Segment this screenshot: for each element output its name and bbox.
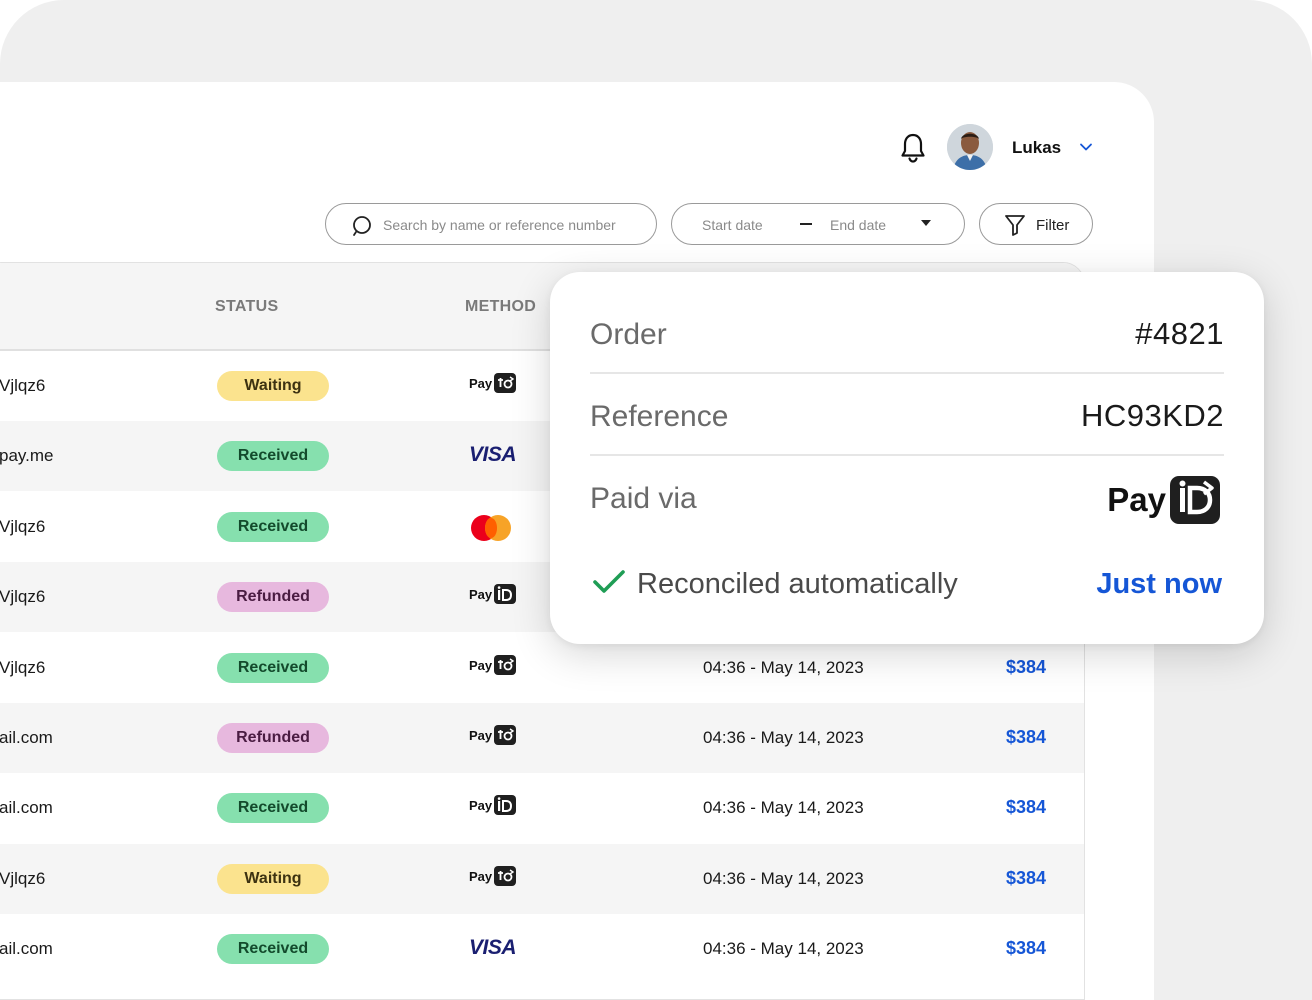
caret-down-icon[interactable] xyxy=(921,220,931,226)
cell-date: 04:36 - May 14, 2023 xyxy=(703,798,864,817)
payid-logo: Pay xyxy=(469,795,517,821)
cell-customer: Vjlqz6 xyxy=(0,376,46,395)
reference-label: Reference xyxy=(590,400,729,433)
filter-button[interactable]: Filter xyxy=(979,203,1093,245)
search-input[interactable]: Search by name or reference number xyxy=(325,203,657,245)
cell-customer: ail.com xyxy=(0,728,53,747)
pay-logo-text: Pay xyxy=(469,586,493,602)
table-row[interactable]: ail.com Refunded Pay 04:36 - May 14, 2023 $3… xyxy=(0,703,1084,773)
table-row[interactable]: ail.com Received VISA 04:36 - May 14, 2023 $… xyxy=(0,914,1084,984)
cell-amount[interactable]: $384 xyxy=(1006,868,1046,889)
visa-logo-text: VISA xyxy=(469,443,517,466)
user-name[interactable]: Lukas xyxy=(1012,138,1061,158)
status-badge: Received xyxy=(217,441,329,471)
cell-customer: Vjlqz6 xyxy=(0,869,46,888)
payid-logo: Pay xyxy=(1107,476,1220,524)
reference-row: Reference HC93KD2 xyxy=(590,374,1224,456)
search-icon xyxy=(353,216,371,236)
pay-logo-text: Pay xyxy=(469,868,493,884)
pay-logo-text: Pay xyxy=(469,797,493,813)
cell-customer: ail.com xyxy=(0,798,53,817)
payid-logo-text: Pay xyxy=(1107,481,1166,518)
cell-date: 04:36 - May 14, 2023 xyxy=(703,728,864,747)
status-badge: Refunded xyxy=(217,582,329,612)
payto-logo: Pay xyxy=(469,373,517,399)
cell-customer: ail.com xyxy=(0,939,53,958)
avatar[interactable] xyxy=(947,124,993,170)
table-row[interactable]: Vjlqz6 Waiting Pay 04:36 - May 14, 2023 $384 xyxy=(0,844,1084,914)
visa-logo: VISA xyxy=(469,936,517,962)
reconciled-time: Just now xyxy=(1096,568,1222,600)
payto-logo: Pay xyxy=(469,866,517,892)
cell-customer: pay.me xyxy=(0,446,54,465)
cell-date: 04:36 - May 14, 2023 xyxy=(703,869,864,888)
paid-via-label: Paid via xyxy=(590,482,697,515)
cell-customer: Vjlqz6 xyxy=(0,587,46,606)
cell-amount[interactable]: $384 xyxy=(1006,797,1046,818)
bell-icon[interactable] xyxy=(900,132,926,164)
pay-logo-text: Pay xyxy=(469,657,493,673)
visa-logo-text: VISA xyxy=(469,936,517,959)
search-placeholder: Search by name or reference number xyxy=(383,217,616,233)
status-badge: Waiting xyxy=(217,864,329,894)
cell-customer: Vjlqz6 xyxy=(0,658,46,677)
payto-logo: Pay xyxy=(469,655,517,681)
payid-logo: Pay xyxy=(469,584,517,610)
cell-amount[interactable]: $384 xyxy=(1006,727,1046,748)
chevron-down-icon[interactable] xyxy=(1079,142,1093,152)
filter-label: Filter xyxy=(1036,217,1070,234)
date-separator xyxy=(800,223,812,225)
order-value: #4821 xyxy=(1135,316,1224,351)
status-badge: Received xyxy=(217,793,329,823)
status-badge: Received xyxy=(217,934,329,964)
start-date-field[interactable]: Start date xyxy=(702,217,763,233)
reconciled-status: Reconciled automatically xyxy=(637,568,958,600)
cell-date: 04:36 - May 14, 2023 xyxy=(703,658,864,677)
order-label: Order xyxy=(590,318,667,351)
checkmark-icon xyxy=(593,570,625,593)
order-row: Order #4821 xyxy=(590,292,1224,374)
pay-logo-text: Pay xyxy=(469,727,493,743)
status-badge: Received xyxy=(217,653,329,683)
cell-customer: Vjlqz6 xyxy=(0,517,46,536)
cell-amount[interactable]: $384 xyxy=(1006,657,1046,678)
end-date-field[interactable]: End date xyxy=(830,217,886,233)
column-header-method[interactable]: METHOD xyxy=(465,298,536,316)
payto-logo: Pay xyxy=(469,725,517,751)
paid-via-row: Paid via Pay xyxy=(590,456,1224,538)
visa-logo: VISA xyxy=(469,443,517,469)
pay-logo-text: Pay xyxy=(469,375,493,391)
column-header-status[interactable]: STATUS xyxy=(215,298,278,316)
cell-date: 04:36 - May 14, 2023 xyxy=(703,939,864,958)
status-badge: Refunded xyxy=(217,723,329,753)
table-row[interactable]: ail.com Received Pay 04:36 - May 14, 2023 $3… xyxy=(0,773,1084,843)
order-detail-popover: Order #4821 Reference HC93KD2 Paid via P… xyxy=(550,272,1264,644)
payid-icon xyxy=(1170,476,1220,524)
cell-amount[interactable]: $384 xyxy=(1006,938,1046,959)
date-range-picker[interactable]: Start date End date xyxy=(671,203,965,245)
reference-value: HC93KD2 xyxy=(1080,398,1224,433)
status-badge: Received xyxy=(217,512,329,542)
mastercard-logo xyxy=(469,514,513,541)
funnel-icon xyxy=(1005,215,1025,236)
status-badge: Waiting xyxy=(217,371,329,401)
